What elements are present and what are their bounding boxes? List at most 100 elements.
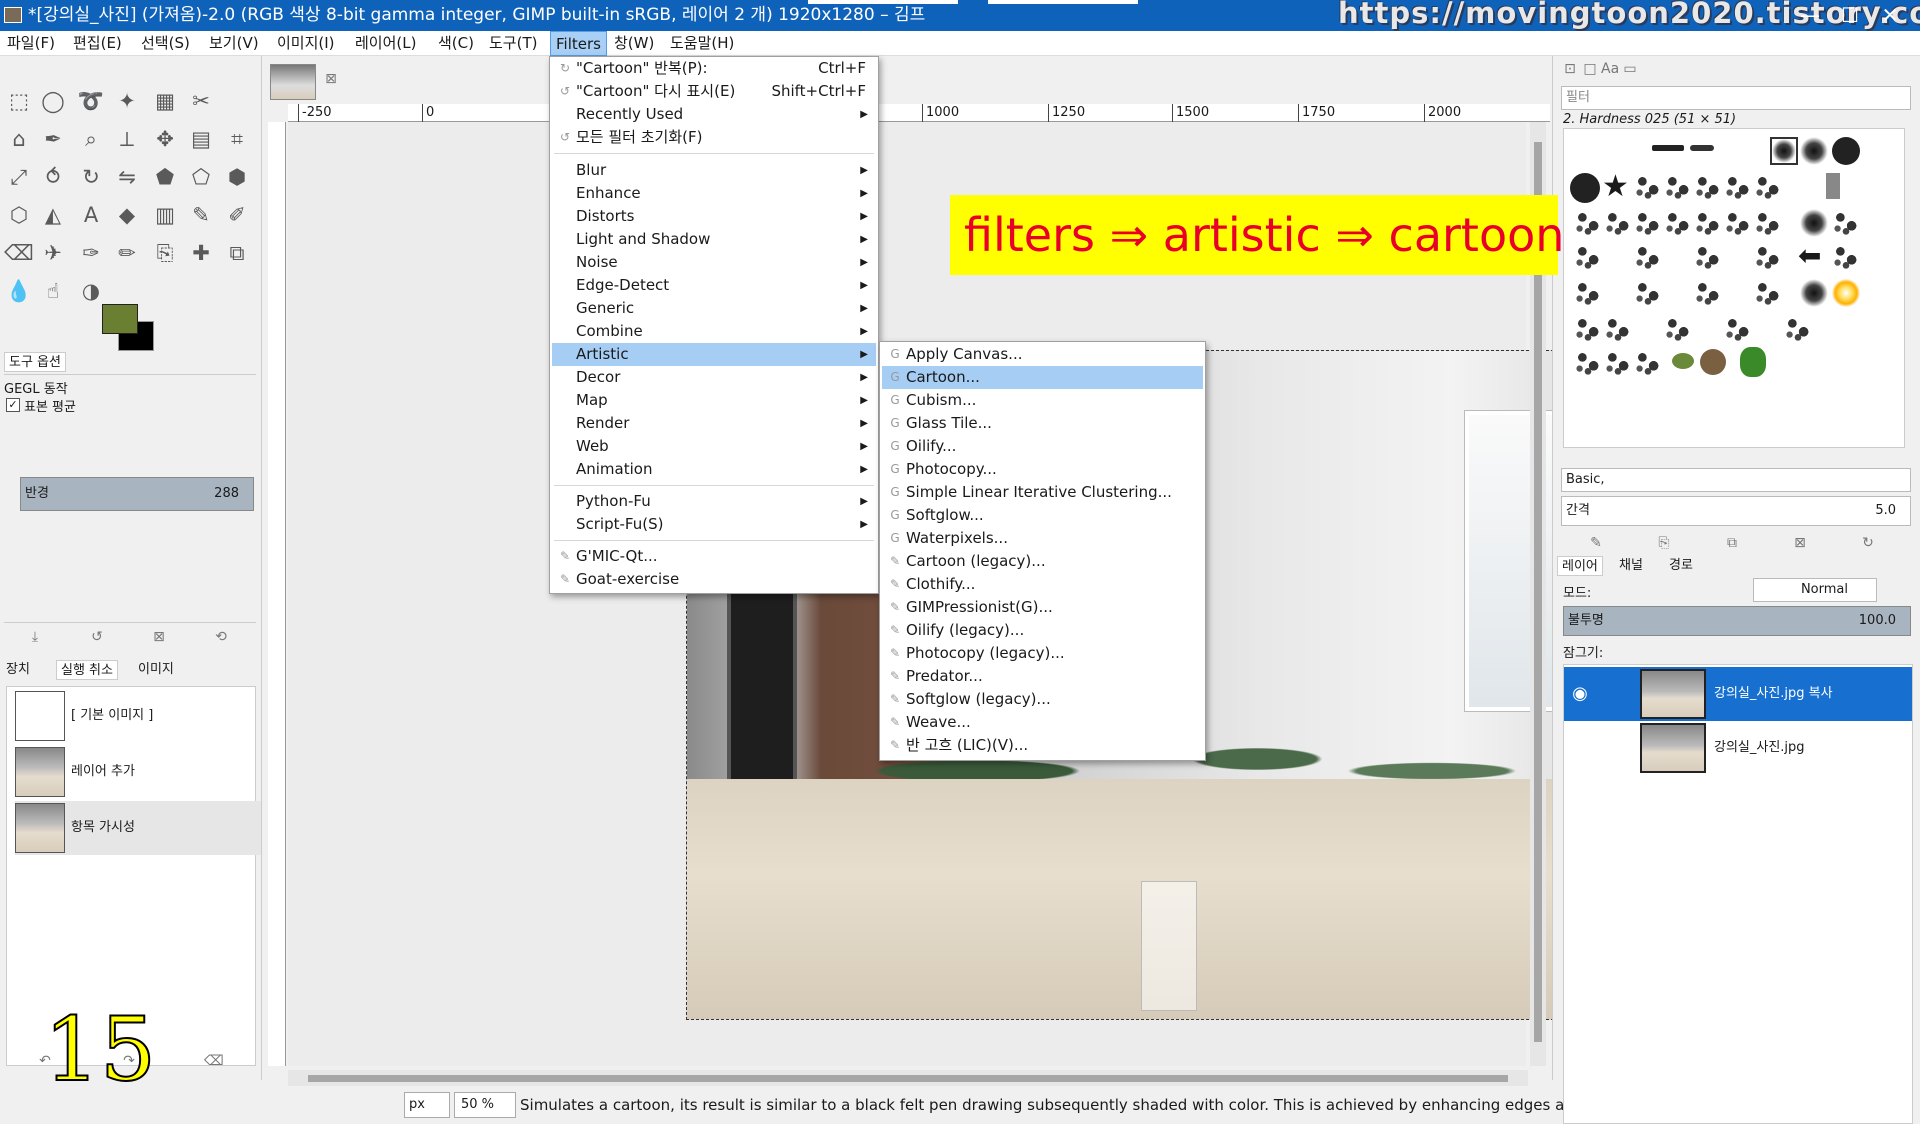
list-item[interactable]: [ 기본 이미지 ] [15, 689, 261, 743]
duplicate-brush-icon[interactable]: ⧉ [1723, 534, 1741, 552]
menu-item-slic[interactable]: G Simple Linear Iterative Clustering... [882, 481, 1203, 504]
perspective-icon[interactable]: ⬠ [186, 162, 216, 192]
close-button[interactable]: ✕ [1870, 0, 1910, 31]
menu-item-noise[interactable]: Noise ▶ [552, 251, 876, 274]
brush-item[interactable] [1754, 173, 1782, 201]
brush-item[interactable] [1832, 209, 1860, 237]
tab-channels[interactable]: 채널 [1615, 556, 1647, 576]
bucket-fill-icon[interactable]: ◭ [38, 200, 68, 230]
menu-image[interactable]: 이미지(I) [272, 31, 340, 56]
ellipse-select-icon[interactable]: ◯ [38, 86, 68, 116]
brush-item[interactable] [1570, 173, 1600, 203]
brush-item[interactable] [1754, 243, 1782, 271]
flip-icon[interactable]: ⇋ [112, 162, 142, 192]
list-item[interactable]: 항목 가시성 [15, 801, 261, 855]
redo-icon[interactable]: ↷ [120, 1052, 138, 1070]
sample-average-checkbox[interactable]: ✓ [6, 398, 20, 412]
text-tool-icon[interactable]: A [76, 200, 106, 230]
perspective-clone-icon[interactable]: ⧉ [222, 238, 252, 268]
tab-tool-options[interactable]: 도구 옵션 [4, 352, 66, 372]
menu-tools[interactable]: 도구(T) [484, 31, 542, 56]
menu-item-map[interactable]: Map ▶ [552, 389, 876, 412]
ink-icon[interactable]: ✑ [76, 238, 106, 268]
measure-icon[interactable]: ⟂ [112, 124, 142, 154]
patterns-tab-icon[interactable]: □ [1581, 60, 1599, 78]
horizontal-scrollbar[interactable] [288, 1070, 1528, 1086]
menu-item-animation[interactable]: Animation ▶ [552, 458, 876, 481]
sun-brush-icon[interactable] [1832, 279, 1860, 307]
spacing-field[interactable]: 간격 5.0 [1561, 496, 1911, 526]
menu-item-glass-tile[interactable]: G Glass Tile... [882, 412, 1203, 435]
menu-item-blur[interactable]: Blur ▶ [552, 159, 876, 182]
crop-icon[interactable]: ⌗ [222, 124, 252, 154]
brush-filter-input[interactable]: 필터 [1561, 86, 1911, 110]
brush-item[interactable] [1634, 349, 1662, 377]
brush-item[interactable] [1690, 145, 1714, 151]
delete-preset-icon[interactable]: ⊠ [150, 628, 168, 646]
menu-item-render[interactable]: Render ▶ [552, 412, 876, 435]
unified-transform-icon[interactable]: ⤢ [4, 162, 34, 192]
menu-layer[interactable]: 레이어(L) [350, 31, 421, 56]
brush-item[interactable] [1694, 243, 1722, 271]
menu-file[interactable]: 파일(F) [2, 31, 60, 56]
green-pepper-icon[interactable] [1740, 347, 1766, 377]
cage-icon[interactable]: ⬟ [150, 162, 180, 192]
blur-icon[interactable]: 💧 [4, 276, 34, 306]
zoom-icon[interactable]: ⌕ [76, 124, 106, 154]
tab-devices[interactable]: 장치 [2, 660, 34, 680]
brush-item[interactable] [1574, 315, 1602, 343]
rect-select-icon[interactable]: ⬚ [4, 86, 34, 116]
brush-item[interactable] [1800, 209, 1828, 237]
heal-icon[interactable]: ✚ [186, 238, 216, 268]
menu-item-predator[interactable]: ✎ Predator... [882, 665, 1203, 688]
menu-item-gmic[interactable]: ✎ G'MIC-Qt... [552, 545, 876, 568]
edit-brush-icon[interactable]: ✎ [1587, 534, 1605, 552]
scroll-thumb[interactable] [308, 1075, 1508, 1082]
brush-item[interactable] [1652, 145, 1684, 151]
menu-item-python-fu[interactable]: Python-Fu ▶ [552, 490, 876, 513]
menu-item-repeat-cartoon[interactable]: ↻ "Cartoon" 반복(P): Ctrl+F [552, 57, 876, 80]
image-tab-thumb[interactable] [270, 64, 316, 100]
warp-transform-icon[interactable]: ⥀ [38, 162, 68, 192]
paintbrush-icon[interactable]: ✐ [222, 200, 252, 230]
menu-view[interactable]: 보기(V) [204, 31, 264, 56]
brush-item[interactable] [1574, 243, 1602, 271]
menu-item-oilify-legacy[interactable]: ✎ Oilify (legacy)... [882, 619, 1203, 642]
brush-item[interactable] [1664, 315, 1692, 343]
brush-item[interactable] [1634, 209, 1662, 237]
eraser-icon[interactable]: ⌫ [4, 238, 34, 268]
menu-item-softglow-legacy[interactable]: ✎ Softglow (legacy)... [882, 688, 1203, 711]
brush-item[interactable] [1832, 137, 1860, 165]
menu-item-cubism[interactable]: G Cubism... [882, 389, 1203, 412]
brush-item[interactable] [1800, 137, 1828, 165]
menu-filters[interactable]: Filters [550, 31, 607, 56]
tab-layers[interactable]: 레이어 [1557, 556, 1603, 576]
menu-item-reset-filters[interactable]: ↺ 모든 필터 초기화(F) [552, 126, 876, 149]
eye-icon[interactable]: ◉ [1568, 682, 1592, 706]
menu-select[interactable]: 선택(S) [136, 31, 195, 56]
lasso-icon[interactable]: ➰ [76, 86, 106, 116]
dodge-burn-icon[interactable]: ◑ [76, 276, 106, 306]
menu-item-recently-used[interactable]: Recently Used ▶ [552, 103, 876, 126]
menu-item-edge-detect[interactable]: Edge-Detect ▶ [552, 274, 876, 297]
list-item[interactable]: 레이어 추가 [15, 745, 261, 799]
foreground-select-icon[interactable]: ⌂ [4, 124, 34, 154]
menu-item-script-fu[interactable]: Script-Fu(S) ▶ [552, 513, 876, 536]
brush-item[interactable] [1604, 349, 1632, 377]
menu-item-apply-canvas[interactable]: G Apply Canvas... [882, 343, 1203, 366]
brush-item-selected[interactable] [1770, 137, 1798, 165]
menu-colors[interactable]: 색(C) [433, 31, 479, 56]
scissors-icon[interactable]: ✂ [186, 86, 216, 116]
delete-brush-icon[interactable]: ⊠ [1791, 534, 1809, 552]
layer-row[interactable]: 강의실_사진.jpg [1564, 721, 1912, 775]
brush-item[interactable] [1800, 279, 1828, 307]
pepper-brown-icon[interactable] [1700, 349, 1726, 375]
brush-item[interactable] [1724, 315, 1752, 343]
brush-item[interactable] [1664, 209, 1692, 237]
brush-item[interactable] [1724, 209, 1752, 237]
zoom-select[interactable]: 50 % [454, 1092, 516, 1118]
undo-icon[interactable]: ↶ [36, 1052, 54, 1070]
move-icon[interactable]: ✥ [150, 124, 180, 154]
reset-icon[interactable]: ⟲ [212, 628, 230, 646]
gradient-icon[interactable]: ▥ [150, 200, 180, 230]
